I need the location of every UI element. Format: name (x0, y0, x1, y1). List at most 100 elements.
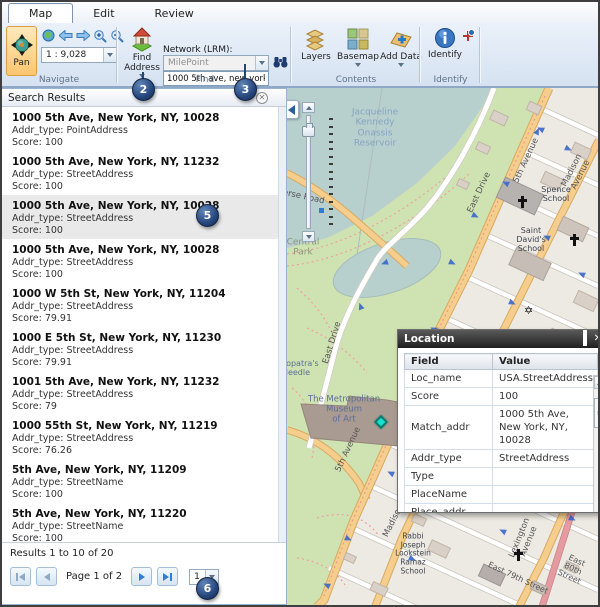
search-result-item[interactable]: 1000 55th St, New York, NY, 11219Addr_ty… (2, 415, 278, 459)
add-data-label: Add Data (380, 52, 422, 62)
network-lrm-label: Network (LRM): (163, 45, 233, 55)
search-result-item[interactable]: 1000 5th Ave, New York, NY, 10028Addr_ty… (2, 239, 278, 283)
zoom-slider-down-button[interactable] (302, 231, 315, 242)
location-table-cell (493, 486, 598, 504)
scroll-up-button[interactable] (594, 376, 598, 389)
basemap-dropdown-arrow[interactable] (355, 63, 361, 67)
result-detail: Score: 100 (12, 269, 268, 281)
full-extent-button[interactable] (41, 28, 56, 43)
location-attributes-table: Field Value Loc_nameUSA.StreetAddressSco… (404, 353, 598, 513)
next-extent-button[interactable] (75, 28, 90, 43)
identify-route-location-button[interactable] (461, 28, 475, 47)
result-address: 1000 W 5th St, New York, NY, 11204 (12, 288, 268, 301)
location-table-row[interactable]: Match_addr1000 5th Ave, New York, NY, 10… (405, 406, 598, 450)
location-popup-title: Location (404, 333, 576, 345)
collapse-panel-button[interactable] (287, 100, 299, 119)
results-scrollbar[interactable] (278, 107, 286, 542)
pan-button[interactable]: Pan (6, 26, 37, 76)
close-popup-button[interactable]: ✕ (594, 334, 598, 344)
previous-extent-button[interactable] (58, 28, 73, 43)
basemap-label: Basemap (337, 52, 379, 62)
church-cross-icon (514, 549, 523, 561)
results-footer: Results 1 to 10 of 20 Page 1 of 2 1 (2, 542, 286, 604)
callout-badge-5: 5 (196, 204, 219, 227)
app-window: Map Edit Review Pan (0, 0, 600, 607)
result-detail: Addr_type: StreetAddress (12, 433, 268, 445)
tab-map[interactable]: Map (8, 3, 73, 23)
result-address: 1000 5th Ave, New York, NY, 10028 (12, 200, 268, 213)
result-address: 1000 5th Ave, New York, NY, 10028 (12, 244, 268, 257)
zoom-slider-up-button[interactable] (302, 102, 315, 113)
result-detail: Addr_type: StreetAddress (12, 345, 268, 357)
zoom-in-button[interactable] (92, 28, 107, 43)
layers-button[interactable]: Layers (298, 27, 334, 62)
first-page-button[interactable] (10, 567, 31, 586)
location-table-row[interactable]: Score100 (405, 388, 598, 406)
find-address-button[interactable]: Find Address (122, 26, 162, 78)
contents-group-label: Contents (294, 75, 418, 85)
search-result-item[interactable]: 5th Ave, New York, NY, 11220Addr_type: S… (2, 503, 278, 542)
zoom-slider-track[interactable] (306, 115, 311, 229)
close-panel-button[interactable]: ✕ (256, 92, 268, 104)
map-view[interactable]: Jacqueline Kennedy Onassis ReservoirCent… (287, 88, 598, 605)
result-detail: Addr_type: StreetName (12, 521, 268, 533)
popup-scrollbar[interactable]: ≡ (593, 375, 598, 513)
result-detail: Addr_type: StreetName (12, 477, 268, 489)
scale-value: 1 : 9,028 (42, 50, 103, 60)
find-address-house-icon (129, 26, 155, 52)
search-result-item[interactable]: 1000 E 5th St, New York, NY, 11230Addr_t… (2, 327, 278, 371)
callout-badge-6: 6 (196, 577, 219, 600)
result-address: 5th Ave, New York, NY, 11220 (12, 508, 268, 521)
church-cross-icon (570, 234, 579, 246)
search-result-item[interactable]: 1001 5th Ave, New York, NY, 11232Addr_ty… (2, 371, 278, 415)
result-detail: Score: 79 (12, 401, 268, 413)
zoom-slider (301, 102, 331, 242)
value-column-header: Value (493, 354, 598, 370)
network-dropdown-button[interactable] (255, 56, 268, 70)
location-table-cell: Addr_type (405, 450, 493, 468)
location-table-row[interactable]: Addr_typeStreetAddress (405, 450, 598, 468)
scale-combobox[interactable]: 1 : 9,028 (41, 47, 117, 63)
add-data-dropdown-arrow[interactable] (398, 63, 404, 67)
location-popup-titlebar[interactable]: Location ✕ (398, 330, 598, 348)
location-table-row[interactable]: PlaceName (405, 486, 598, 504)
ribbon-tab-strip: Map Edit Review (2, 2, 598, 23)
scale-dropdown-button[interactable] (103, 48, 116, 62)
location-table-row[interactable]: Type (405, 468, 598, 486)
arrow-right-icon (76, 30, 90, 41)
last-page-button[interactable] (157, 567, 178, 586)
identify-button[interactable]: Identify (426, 27, 464, 60)
next-page-button[interactable] (131, 567, 152, 586)
maximize-button[interactable] (583, 334, 587, 344)
tab-edit[interactable]: Edit (73, 4, 134, 23)
identify-group-label: Identify (422, 75, 479, 85)
zoom-slider-thumb[interactable] (302, 126, 315, 137)
location-table-cell: StreetAddress (493, 450, 598, 468)
location-table-row[interactable]: Loc_nameUSA.StreetAddress (405, 370, 598, 388)
network-combobox[interactable]: MilePoint (163, 55, 269, 71)
search-result-item[interactable]: 1000 5th Ave, New York, NY, 11232Addr_ty… (2, 151, 278, 195)
search-result-item[interactable]: 5th Ave, New York, NY, 11209Addr_type: S… (2, 459, 278, 503)
location-table-row[interactable]: Place_addr (405, 504, 598, 514)
scrollbar-thumb[interactable]: ≡ (594, 398, 598, 428)
search-result-item[interactable]: 1000 W 5th St, New York, NY, 11204Addr_t… (2, 283, 278, 327)
search-result-item[interactable]: 1000 5th Ave, New York, NY, 10028Addr_ty… (2, 107, 278, 151)
location-table-cell: 1000 5th Ave, New York, NY, 10028 (493, 406, 598, 450)
search-results-panel: Search Results ✕ 1000 5th Ave, New York,… (2, 88, 287, 605)
result-detail: Addr_type: StreetAddress (12, 169, 268, 181)
identify-route-icon (461, 29, 475, 43)
location-table-cell (493, 468, 598, 486)
result-detail: Score: 100 (12, 489, 268, 501)
tab-review[interactable]: Review (135, 4, 214, 23)
location-table-cell: Place_addr (405, 504, 493, 514)
navigate-group-label: Navigate (2, 75, 116, 85)
add-data-button[interactable]: Add Data (380, 27, 422, 67)
search-result-item-selected[interactable]: 1000 5th Ave, New York, NY, 10028Addr_ty… (2, 195, 278, 239)
pan-button-label: Pan (13, 58, 29, 68)
locate-binoculars-button[interactable] (273, 54, 288, 73)
result-detail: Score: 76.26 (12, 445, 268, 457)
previous-page-button[interactable] (36, 567, 57, 586)
basemap-button[interactable]: Basemap (336, 27, 380, 67)
zoom-in-icon (93, 29, 107, 43)
location-table-cell: PlaceName (405, 486, 493, 504)
